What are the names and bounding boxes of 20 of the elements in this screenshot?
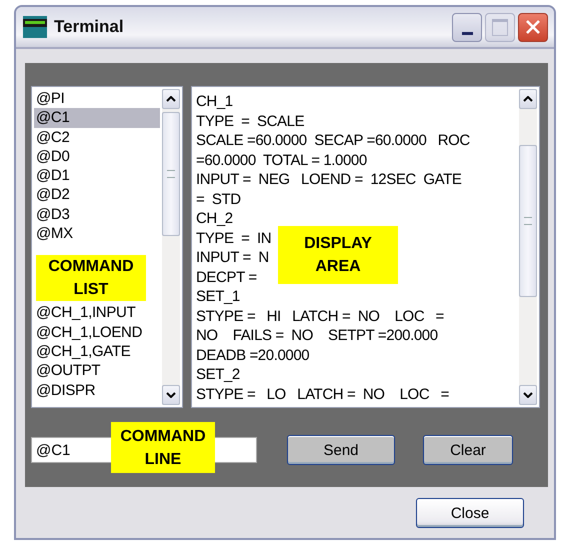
display-line: INPUT = NEG LOEND = 12SEC GATE — [196, 170, 462, 190]
display-line: SET_1 — [196, 287, 240, 306]
annotation-tooltip: COMMAND LINE — [111, 422, 215, 473]
display-line: STYPE = HI LATCH = NO LOC = — [196, 306, 444, 326]
display-line: STYPE = LO LATCH = NO LOC = — [196, 384, 449, 404]
display-line: NO FAILS = NO SETPT =200.000 — [196, 326, 438, 346]
window-title: Terminal — [54, 17, 125, 37]
display-line: INPUT = N — [196, 248, 269, 268]
display-line: SET_2 — [196, 365, 240, 384]
display-line: =60.0000 TOTAL = 1.0000 — [196, 150, 367, 170]
annotation-tooltip: COMMAND LIST — [36, 255, 146, 302]
display-line: CH_2 — [196, 209, 233, 228]
annotation-tooltip: DISPLAY AREA — [278, 226, 398, 284]
display-line: DECPT = — [196, 268, 257, 287]
display-line: TYPE = SCALE — [196, 112, 304, 131]
display-line: = STD — [196, 190, 241, 209]
display-line: TYPE = IN — [196, 228, 272, 248]
display-line: CH_1 — [196, 92, 233, 112]
display-line: DEADB =20.0000 — [196, 346, 310, 365]
display-line: SCALE =60.0000 SECAP =60.0000 ROC — [196, 131, 470, 150]
